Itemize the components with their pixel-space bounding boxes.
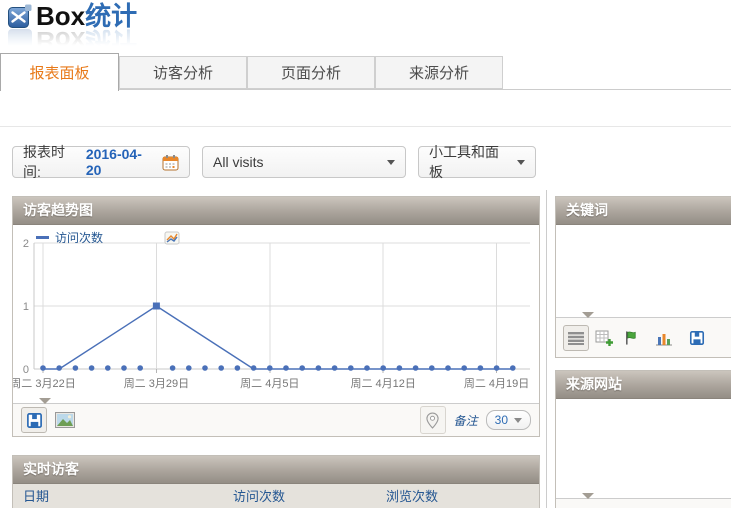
svg-text:0: 0 [23,364,29,376]
export-icon[interactable] [21,407,47,433]
chart-type-icon[interactable] [164,230,180,246]
tab-referrer-analysis[interactable]: 来源分析 [375,56,503,89]
rows-count-select[interactable]: 30 [486,410,531,430]
goals-view-icon[interactable] [619,326,643,350]
tab-report-dashboard[interactable]: 报表面板 [0,53,119,91]
keywords-footer [556,317,731,357]
export-image-icon[interactable] [53,408,77,432]
legend-swatch [36,236,49,239]
realtime-table-header: 日期 访问次数 浏览次数 [13,484,539,508]
trend-line-chart-plot[interactable]: 0 1 2 周二 3月22日 周二 3月29日 周二 4月5日 周二 4月12日 周二 4月1… [13,225,539,405]
section-divider [0,126,731,127]
chevron-down-icon [517,160,525,165]
collapse-widget-handle[interactable] [39,398,51,404]
widget-referrer-sites-header[interactable]: 来源网站 [556,371,731,399]
svg-text:1: 1 [23,301,29,313]
annotations-pin-icon[interactable] [420,406,446,434]
chart-legend: 访问次数 [36,229,180,246]
widgets-menu-button[interactable]: 小工具和面板 [418,146,536,178]
app-logo-icon [8,4,32,28]
dashboard-column-separator [546,190,547,508]
tab-page-analysis[interactable]: 页面分析 [247,56,375,89]
svg-text:周二 4月12日: 周二 4月12日 [350,377,415,390]
column-header-pageviews: 浏览次数 [386,484,438,508]
dashboard-screen: Box统计 Box统计 报表面板 访客分析 页面分析 来源分析 报表时间: 20… [0,0,731,508]
widget-realtime-visitors: 实时访客 日期 访问次数 浏览次数 [12,455,540,508]
chevron-down-icon [387,160,395,165]
annotations-link[interactable]: 备注 [454,412,478,429]
svg-text:周二 3月22日: 周二 3月22日 [13,377,76,390]
table-view-icon[interactable] [563,325,589,351]
brand-name-en: Box [36,1,85,31]
brand-name: Box统计 [36,4,137,28]
svg-text:周二 4月19日: 周二 4月19日 [464,377,529,390]
chart-footer: 备注 30 [13,403,539,436]
segment-selector[interactable]: All visits [202,146,406,178]
widget-realtime-header[interactable]: 实时访客 [13,456,539,484]
collapse-widget-handle[interactable] [582,312,594,318]
filter-bar: 报表时间: 2016-04-20 All visits 小工具 [0,146,731,180]
svg-text:周二 4月5日: 周二 4月5日 [240,377,299,390]
export-icon[interactable] [685,326,709,350]
svg-text:2: 2 [23,238,29,250]
date-range-selector[interactable]: 报表时间: 2016-04-20 [12,146,190,178]
logo-reflection: Box统计 [8,29,137,53]
keywords-body [556,225,731,319]
tab-visitor-analysis[interactable]: 访客分析 [119,56,247,89]
svg-text:周二 3月29日: 周二 3月29日 [124,377,189,390]
referrer-sites-footer [556,498,731,508]
collapse-widget-handle[interactable] [582,493,594,499]
main-nav-tabs: 报表面板 访客分析 页面分析 来源分析 [0,53,731,90]
bar-chart-view-icon[interactable] [652,326,676,350]
rows-count-value: 30 [495,413,508,427]
legend-label: 访问次数 [55,229,103,246]
widget-keywords-header[interactable]: 关键词 [556,197,731,225]
column-header-visits: 访问次数 [233,484,285,508]
chevron-down-icon [514,418,522,423]
segment-selected-label: All visits [213,154,264,170]
widget-keywords: 关键词 [555,196,731,358]
widgets-button-label: 小工具和面板 [429,142,510,182]
widget-referrer-sites: 来源网站 [555,370,731,508]
column-header-date: 日期 [23,484,49,508]
date-label: 报表时间: [23,142,81,182]
calendar-icon[interactable] [162,154,179,171]
visitor-trend-chart[interactable]: 访问次数 0 1 2 周二 3月22日 周二 3月29日 周二 4月5日 周二 4月12日 周… [13,225,539,405]
app-logo[interactable]: Box统计 Box统计 [8,4,137,50]
date-value: 2016-04-20 [86,146,155,178]
widget-visitor-trend: 访客趋势图 访问次数 0 1 2 周二 3月22日 周二 3月29日 周二 4月5日 周二 … [12,196,540,437]
brand-name-zh: 统计 [85,1,137,31]
widget-visitor-trend-header[interactable]: 访客趋势图 [13,197,539,225]
all-columns-view-icon[interactable] [592,326,616,350]
referrer-sites-body [556,399,731,498]
